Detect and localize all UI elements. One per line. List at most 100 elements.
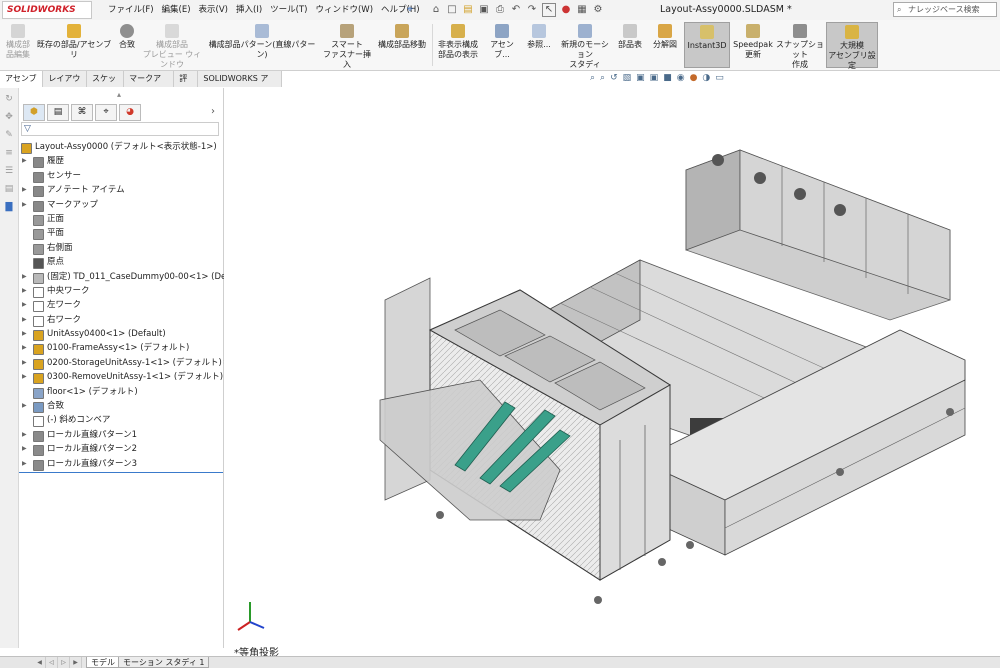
expand-arrow-icon[interactable]: ▶ bbox=[22, 457, 27, 471]
menu-tools[interactable]: ツール(T) bbox=[266, 0, 311, 20]
tab-layout[interactable]: レイアウト bbox=[43, 71, 87, 99]
expand-arrow-icon[interactable]: ▶ bbox=[22, 298, 27, 312]
tree-item[interactable]: ▶ ローカル直線パターン3 bbox=[19, 457, 223, 471]
last-tab-icon[interactable]: ▶ bbox=[70, 657, 82, 668]
tree-item[interactable]: (-) 斜めコンベア bbox=[19, 413, 223, 428]
tree-item[interactable]: Layout-Assy0000 (デフォルト<表示状態-1>) bbox=[19, 140, 223, 154]
expand-arrow-icon[interactable]: ▶ bbox=[22, 428, 27, 442]
tree-filter[interactable]: ▽ bbox=[21, 122, 219, 136]
open-icon[interactable]: ▤ bbox=[462, 4, 474, 16]
expand-arrow-icon[interactable]: ▶ bbox=[22, 370, 27, 384]
assembly-feature-button[interactable]: アセンブ... bbox=[484, 22, 520, 68]
print-icon[interactable]: ⎙ bbox=[494, 4, 506, 16]
prev-tab-icon[interactable]: ◁ bbox=[46, 657, 58, 668]
tab-markup[interactable]: マークアップ bbox=[124, 71, 175, 99]
show-hidden-components-button[interactable]: 非表示構成 部品の表示 bbox=[434, 22, 482, 68]
menu-insert[interactable]: 挿入(I) bbox=[232, 0, 266, 20]
insert-component-button[interactable]: 既存の部品/アセンブリ bbox=[36, 22, 112, 68]
tab-model[interactable]: モデル bbox=[86, 657, 120, 668]
mate-button[interactable]: 合致 bbox=[114, 22, 140, 68]
strip-edit-icon[interactable]: ✎ bbox=[3, 130, 15, 142]
dimxpert-tab-icon[interactable]: ⌖ bbox=[95, 104, 117, 121]
expand-arrow-icon[interactable]: ▶ bbox=[22, 356, 27, 370]
display-style-icon[interactable]: ■ bbox=[663, 73, 672, 85]
expand-arrow-icon[interactable]: ▶ bbox=[22, 341, 27, 355]
tree-item[interactable]: ▶ 中央ワーク bbox=[19, 284, 223, 298]
move-component-button[interactable]: 構成部品移動 bbox=[374, 22, 430, 68]
speedpak-button[interactable]: Speedpak 更新 bbox=[732, 22, 774, 68]
reference-geometry-button[interactable]: 参照... bbox=[522, 22, 556, 68]
menu-file[interactable]: ファイル(F) bbox=[104, 0, 158, 20]
tree-item[interactable]: ▶ アノテート アイテム bbox=[19, 183, 223, 198]
tree-item[interactable]: ▶ (固定) TD_011_CaseDummy00-00<1> (Defa bbox=[19, 270, 234, 284]
first-tab-icon[interactable]: ◀ bbox=[34, 657, 46, 668]
tree-item[interactable]: センサー bbox=[19, 169, 223, 183]
traffic-light-icon[interactable]: ● bbox=[560, 4, 572, 16]
rebuild-icon[interactable]: ▦ bbox=[576, 4, 588, 16]
tree-item[interactable]: 右側面 bbox=[19, 241, 223, 255]
solidworks-logo[interactable]: SOLIDWORKS bbox=[2, 1, 92, 19]
expand-arrow-icon[interactable]: ▶ bbox=[22, 313, 27, 327]
next-tab-icon[interactable]: ▷ bbox=[58, 657, 70, 668]
tab-evaluate[interactable]: 評価 bbox=[174, 71, 199, 99]
tree-item[interactable]: 正面 bbox=[19, 212, 223, 226]
save-icon[interactable]: ▣ bbox=[478, 4, 490, 16]
new-motion-study-button[interactable]: 新規のモーション スタディ bbox=[558, 22, 612, 69]
strip-pan-icon[interactable]: ✥ bbox=[3, 112, 15, 124]
select-icon[interactable]: ↖ bbox=[542, 3, 556, 17]
strip-layers-icon[interactable]: ☰ bbox=[3, 166, 15, 178]
tree-item[interactable]: 原点 bbox=[19, 255, 223, 270]
view-settings-icon[interactable]: ▭ bbox=[715, 73, 724, 85]
component-preview-button[interactable]: 構成部品 プレビュー ウィンドウ bbox=[142, 22, 202, 69]
tree-item[interactable]: ▶ 左ワーク bbox=[19, 298, 223, 313]
tab-assembly[interactable]: アセンブリ bbox=[0, 71, 44, 99]
tree-item[interactable]: ▶ 0100-FrameAssy<1> (デフォルト) bbox=[19, 341, 223, 356]
options-gear-icon[interactable]: ⚙ bbox=[592, 4, 604, 16]
apply-scene-icon[interactable]: ◑ bbox=[702, 73, 710, 85]
strip-table-icon[interactable]: ▤ bbox=[3, 184, 15, 196]
tree-item[interactable]: ▶ 履歴 bbox=[19, 154, 223, 169]
expand-arrow-icon[interactable]: ▶ bbox=[22, 327, 27, 341]
configuration-manager-tab-icon[interactable]: ⌘ bbox=[71, 104, 93, 121]
expand-arrow-icon[interactable]: ▶ bbox=[22, 270, 27, 284]
snapshot-button[interactable]: スナップショット 作成 bbox=[776, 22, 824, 69]
exploded-view-button[interactable]: 分解図 bbox=[648, 22, 682, 68]
linear-pattern-button[interactable]: 構成部品パターン(直線パターン) bbox=[204, 22, 320, 68]
zoom-to-fit-icon[interactable]: ⌕ bbox=[590, 73, 595, 85]
tree-item[interactable]: ▶ UnitAssy0400<1> (Default) bbox=[19, 327, 223, 342]
strip-chart-icon[interactable]: ▇ bbox=[3, 202, 15, 214]
tree-item[interactable]: ▶ 合致 bbox=[19, 399, 223, 414]
graphics-area[interactable] bbox=[224, 88, 1000, 648]
hide-show-items-icon[interactable]: ◉ bbox=[677, 73, 685, 85]
panel-more-icon[interactable]: › bbox=[211, 106, 215, 117]
strip-rotate-icon[interactable]: ↻ bbox=[3, 94, 15, 106]
edit-appearance-icon[interactable]: ● bbox=[690, 73, 698, 85]
feature-manager-tab-icon[interactable]: ⬢ bbox=[23, 104, 45, 121]
tree-item[interactable]: ▶ 0300-RemoveUnitAssy-1<1> (デフォルト) bbox=[19, 370, 223, 385]
tree-item[interactable]: floor<1> (デフォルト) bbox=[19, 385, 223, 399]
section-view-icon[interactable]: ▧ bbox=[623, 73, 632, 85]
pin-icon[interactable]: ⌖ bbox=[404, 4, 416, 16]
menu-edit[interactable]: 編集(E) bbox=[158, 0, 195, 20]
zoom-area-icon[interactable]: ⌕ bbox=[600, 73, 605, 85]
tree-item[interactable]: ▶ ローカル直線パターン1 bbox=[19, 428, 223, 442]
display-manager-tab-icon[interactable]: ◕ bbox=[119, 104, 141, 121]
expand-arrow-icon[interactable]: ▶ bbox=[22, 154, 27, 168]
tab-addins[interactable]: SOLIDWORKS アドイン bbox=[198, 71, 282, 99]
property-manager-tab-icon[interactable]: ▤ bbox=[47, 104, 69, 121]
smart-fastener-button[interactable]: スマート ファスナー挿入 bbox=[322, 22, 372, 69]
edit-component-button[interactable]: 構成部 品編集 bbox=[2, 22, 34, 68]
menu-view[interactable]: 表示(V) bbox=[195, 0, 232, 20]
expand-arrow-icon[interactable]: ▶ bbox=[22, 183, 27, 197]
tree-item[interactable]: ▶ マークアップ bbox=[19, 198, 223, 212]
tab-motion-study-1[interactable]: モーション スタディ 1 bbox=[118, 657, 210, 668]
undo-icon[interactable]: ↶ bbox=[510, 4, 522, 16]
view-orientation-icon[interactable]: ▣ bbox=[650, 73, 659, 85]
expand-arrow-icon[interactable]: ▶ bbox=[22, 442, 27, 456]
assembly-model-viewport[interactable] bbox=[224, 88, 1000, 648]
bom-button[interactable]: 部品表 bbox=[614, 22, 646, 68]
tree-item[interactable]: ▶ ローカル直線パターン2 bbox=[19, 442, 223, 457]
previous-view-icon[interactable]: ↺ bbox=[610, 73, 618, 85]
new-document-icon[interactable]: □ bbox=[446, 4, 458, 16]
tree-item[interactable]: ▶ 0200-StorageUnitAssy-1<1> (デフォルト) bbox=[19, 356, 223, 370]
